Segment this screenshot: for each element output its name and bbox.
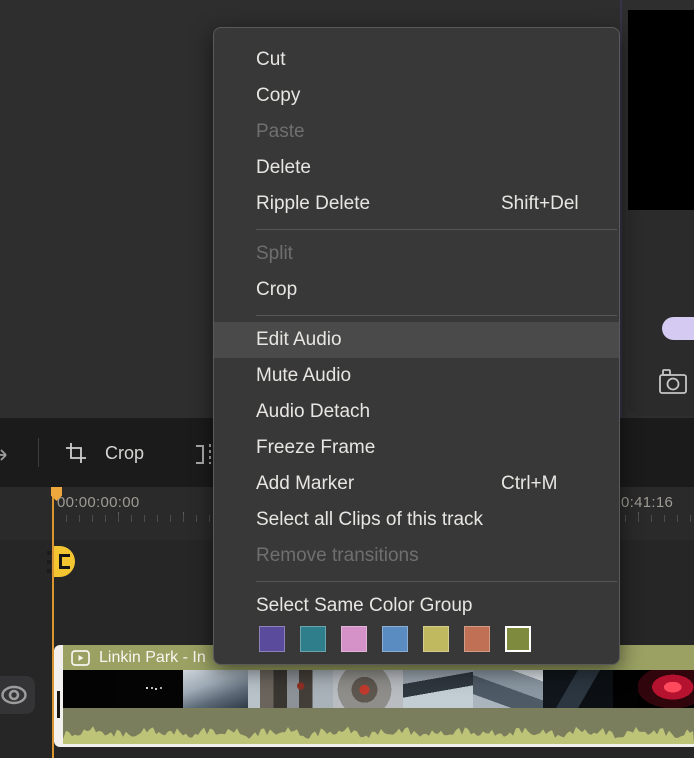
menu-item-label: Select all Clips of this track <box>256 509 484 530</box>
color-group-swatches <box>214 626 619 652</box>
menu-item-label: Paste <box>256 121 305 142</box>
filmstrip-thumbnail <box>543 670 613 708</box>
color-swatch-pink[interactable] <box>341 626 367 652</box>
menu-item-delete[interactable]: Delete <box>214 150 619 186</box>
menu-item-label: Crop <box>256 279 298 300</box>
menu-item-label: Remove transitions <box>256 545 419 566</box>
filmstrip-thumbnail <box>613 670 638 708</box>
menu-item-shortcut: Shift+Del <box>501 193 579 214</box>
filmstrip-thumbnail <box>183 670 248 708</box>
crop-button[interactable]: Crop <box>64 433 144 473</box>
menu-item-edit-audio[interactable]: Edit Audio <box>214 322 619 358</box>
filmstrip-thumbnail <box>118 670 183 708</box>
menu-item-crop[interactable]: Crop <box>214 272 619 308</box>
menu-item-select-same-color-group: Select Same Color Group <box>214 588 619 624</box>
filmstrip-thumbnail <box>63 670 118 708</box>
menu-item-label: Edit Audio <box>256 329 342 350</box>
menu-item-copy[interactable]: Copy <box>214 78 619 114</box>
menu-item-label: Split <box>256 243 293 264</box>
video-preview <box>628 10 694 210</box>
menu-item-label: Audio Detach <box>256 401 371 422</box>
color-swatch-purple[interactable] <box>259 626 285 652</box>
filmstrip-thumbnail <box>473 670 543 708</box>
toolbar-arrow-icon[interactable] <box>0 442 11 464</box>
thumbnail-caption-dots <box>146 687 148 689</box>
eye-icon <box>0 685 28 705</box>
color-swatch-blue[interactable] <box>382 626 408 652</box>
menu-item-label: Delete <box>256 157 311 178</box>
preview-controls-panel <box>628 210 694 416</box>
snapshot-camera-button[interactable] <box>656 365 690 397</box>
crop-icon <box>64 441 88 465</box>
marker-badge-dashes <box>47 551 51 573</box>
trim-handle-grip <box>57 691 60 718</box>
context-menu: Cut Copy Paste Delete Ripple Delete Shift+Del… <box>213 27 620 665</box>
toolbar-partial-icon[interactable] <box>196 444 211 464</box>
filmstrip-thumbnail <box>333 670 403 708</box>
dotted-line-icon <box>209 444 211 464</box>
menu-item-ripple-delete[interactable]: Ripple Delete Shift+Del <box>214 186 619 222</box>
media-type-icon <box>71 649 90 666</box>
color-swatch-teal[interactable] <box>300 626 326 652</box>
filmstrip-thumbnail <box>248 670 333 708</box>
menu-item-audio-detach[interactable]: Audio Detach <box>214 394 619 430</box>
menu-item-shortcut: Ctrl+M <box>501 473 558 494</box>
ruler-start-time: 00:00:00:00 <box>57 494 140 511</box>
menu-item-cut[interactable]: Cut <box>214 42 619 78</box>
menu-item-paste: Paste <box>214 114 619 150</box>
ruler-end-time: 0:41:16 <box>621 494 674 511</box>
menu-item-label: Copy <box>256 85 301 106</box>
filmstrip-thumbnail <box>638 670 694 708</box>
menu-separator <box>256 229 617 230</box>
menu-item-label: Ripple Delete <box>256 193 371 214</box>
clip-title: Linkin Park - In <box>99 648 206 666</box>
track-visibility-toggle[interactable] <box>0 676 35 714</box>
menu-separator <box>256 581 617 582</box>
menu-item-add-marker[interactable]: Add Marker Ctrl+M <box>214 466 619 502</box>
color-swatch-olive[interactable] <box>505 626 531 652</box>
crop-button-label: Crop <box>105 442 145 463</box>
menu-item-select-all-clips-of-this-track[interactable]: Select all Clips of this track <box>214 502 619 538</box>
clip-audio-waveform <box>63 708 694 744</box>
camera-icon <box>657 366 689 396</box>
menu-item-label: Mute Audio <box>256 365 352 386</box>
video-editor-app: Crop 00:00:00:00 0:41:16 Linkin Park - I… <box>0 0 694 758</box>
panel-divider <box>620 0 622 418</box>
color-swatch-orange[interactable] <box>464 626 490 652</box>
color-swatch-yellow[interactable] <box>423 626 449 652</box>
filmstrip-thumbnail <box>403 670 473 708</box>
playhead-line[interactable] <box>52 487 54 758</box>
menu-item-mute-audio[interactable]: Mute Audio <box>214 358 619 394</box>
toggle-switch[interactable] <box>662 317 694 340</box>
menu-item-label: Select Same Color Group <box>256 595 473 616</box>
menu-item-split: Split <box>214 236 619 272</box>
clip-filmstrip <box>63 670 694 708</box>
bracket-icon <box>196 444 204 464</box>
toolbar-separator <box>38 438 39 467</box>
menu-separator <box>256 315 617 316</box>
clip-left-trim-handle[interactable] <box>54 645 63 747</box>
menu-item-freeze-frame[interactable]: Freeze Frame <box>214 430 619 466</box>
menu-item-label: Cut <box>256 49 286 70</box>
menu-item-remove-transitions: Remove transitions <box>214 538 619 574</box>
menu-item-label: Freeze Frame <box>256 437 376 458</box>
menu-item-label: Add Marker <box>256 473 355 494</box>
